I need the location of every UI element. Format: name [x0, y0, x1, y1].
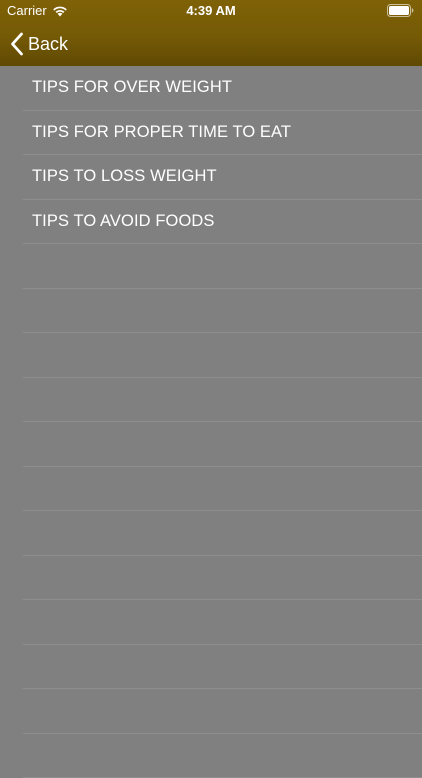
status-bar: Carrier 4:39 AM	[0, 0, 422, 22]
back-button[interactable]: Back	[10, 30, 68, 58]
header: Carrier 4:39 AM	[0, 0, 422, 66]
navigation-bar: Back	[0, 22, 422, 66]
list-item[interactable]: TIPS TO AVOID FOODS	[0, 200, 422, 245]
empty-row	[0, 556, 422, 601]
list-item-label: TIPS FOR OVER WEIGHT	[32, 78, 232, 97]
tips-list: TIPS FOR OVER WEIGHT TIPS FOR PROPER TIM…	[0, 66, 422, 750]
empty-row	[0, 378, 422, 423]
list-item[interactable]: TIPS TO LOSS WEIGHT	[0, 155, 422, 200]
list-item-label: TIPS FOR PROPER TIME TO EAT	[32, 123, 291, 142]
empty-row	[0, 333, 422, 378]
empty-row	[0, 289, 422, 334]
empty-row	[0, 244, 422, 289]
empty-row	[0, 689, 422, 734]
list-item-label: TIPS TO AVOID FOODS	[32, 212, 215, 231]
status-time: 4:39 AM	[0, 3, 422, 18]
empty-row	[0, 645, 422, 690]
list-item-label: TIPS TO LOSS WEIGHT	[32, 167, 217, 186]
empty-row	[0, 511, 422, 556]
chevron-left-icon	[10, 32, 24, 56]
empty-row	[0, 422, 422, 467]
list-item[interactable]: TIPS FOR OVER WEIGHT	[0, 66, 422, 111]
list-item[interactable]: TIPS FOR PROPER TIME TO EAT	[0, 111, 422, 156]
empty-row	[0, 600, 422, 645]
battery-icon	[387, 4, 414, 17]
back-label: Back	[28, 34, 68, 55]
empty-row	[0, 467, 422, 512]
empty-row	[0, 734, 422, 778]
